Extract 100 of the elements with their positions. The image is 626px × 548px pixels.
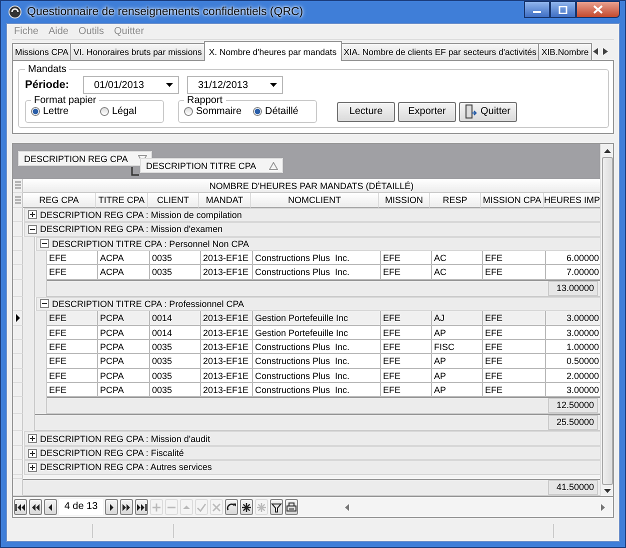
radio-option[interactable]: Sommaire bbox=[184, 106, 242, 117]
maximize-button[interactable] bbox=[550, 1, 576, 18]
scroll-right-icon[interactable] bbox=[601, 504, 605, 510]
radio-button[interactable] bbox=[184, 107, 193, 116]
column-header[interactable]: MISSION bbox=[379, 193, 430, 208]
close-button[interactable] bbox=[576, 1, 620, 18]
current-row-indicator[interactable] bbox=[13, 311, 23, 326]
navigator-button[interactable] bbox=[29, 499, 42, 515]
group-label: DESCRIPTION REG CPA : Mission d'examen bbox=[40, 224, 223, 234]
table-cell: FISC bbox=[432, 340, 483, 354]
expand-icon[interactable] bbox=[28, 210, 37, 220]
expand-icon[interactable] bbox=[28, 434, 37, 444]
table-cell: EFE bbox=[47, 326, 98, 340]
date-field[interactable]: 01/01/2013 bbox=[83, 76, 179, 94]
table-cell: ACPA bbox=[98, 250, 150, 266]
tab[interactable]: X. Nombre d'heures par mandats bbox=[204, 41, 342, 61]
table-cell: 0.50000 bbox=[546, 354, 603, 369]
table-cell: PCPA bbox=[98, 354, 150, 369]
navigator-button[interactable] bbox=[225, 499, 238, 515]
column-header[interactable]: HEURES IMP bbox=[544, 193, 601, 208]
scroll-left-icon[interactable] bbox=[345, 504, 349, 510]
table-cell: AP bbox=[432, 368, 483, 384]
navigator-button[interactable] bbox=[120, 499, 133, 515]
vertical-scrollbar[interactable] bbox=[600, 144, 613, 496]
table-cell: EFE bbox=[483, 354, 546, 369]
group-row[interactable]: DESCRIPTION REG CPA : Autres services bbox=[24, 460, 600, 475]
dropdown-icon bbox=[166, 83, 173, 87]
column-header[interactable]: TITRE CPA bbox=[96, 193, 148, 208]
expand-icon[interactable] bbox=[28, 462, 37, 472]
group-row[interactable]: DESCRIPTION REG CPA : Mission d'audit bbox=[24, 431, 600, 446]
table-cell: 0014 bbox=[150, 326, 201, 340]
collapse-icon[interactable] bbox=[28, 224, 37, 234]
quit-button[interactable]: Quitter bbox=[459, 102, 517, 122]
collapse-icon[interactable] bbox=[40, 299, 49, 308]
table-cell: 2013-EF1E bbox=[201, 354, 253, 369]
band-header: NOMBRE D'HEURES PAR MANDATS (DÉTAILLÉ) bbox=[23, 179, 600, 194]
radio-button[interactable] bbox=[100, 107, 109, 116]
navigator-button[interactable] bbox=[135, 499, 148, 515]
group-indent bbox=[35, 250, 47, 266]
collapse-icon[interactable] bbox=[40, 239, 49, 248]
table-cell: Constructions Plus Inc. bbox=[253, 368, 381, 384]
table-cell: 0035 bbox=[150, 383, 201, 398]
tab[interactable]: VI. Honoraires bruts par missions bbox=[70, 43, 205, 60]
table-cell: EFE bbox=[381, 368, 432, 384]
checkmark-icon bbox=[196, 502, 207, 512]
date-field[interactable]: 31/12/2013 bbox=[187, 76, 283, 94]
table-cell: ACPA bbox=[98, 265, 150, 280]
radio-button[interactable] bbox=[31, 107, 40, 116]
action-button[interactable]: Lecture bbox=[337, 102, 395, 122]
navigator-button[interactable] bbox=[105, 499, 118, 515]
table-cell: EFE bbox=[381, 383, 432, 398]
group-row[interactable]: DESCRIPTION REG CPA : Mission de compilation bbox=[24, 208, 600, 222]
double-right-icon bbox=[121, 502, 132, 512]
group-title: Mandats bbox=[27, 64, 68, 75]
group-row[interactable]: DESCRIPTION REG CPA : Fiscalité bbox=[24, 446, 600, 460]
table-cell: EFE bbox=[381, 340, 432, 354]
radio-option[interactable]: Légal bbox=[100, 106, 158, 117]
column-header[interactable]: MANDAT bbox=[199, 193, 251, 208]
asterisk-icon bbox=[256, 502, 267, 512]
table-cell: 2013-EF1E bbox=[201, 265, 253, 280]
record-position: 4 de 13 bbox=[59, 499, 103, 515]
navigator-button[interactable] bbox=[14, 499, 27, 515]
table-cell: EFE bbox=[483, 368, 546, 384]
table-cell: 2013-EF1E bbox=[201, 340, 253, 354]
radio-option[interactable]: Détaillé bbox=[253, 106, 311, 117]
table-cell: EFE bbox=[483, 250, 546, 266]
tab[interactable]: XIA. Nombre de clients EF par secteurs d'activités bbox=[340, 43, 540, 60]
action-button[interactable]: Exporter bbox=[398, 102, 456, 122]
group-row[interactable]: DESCRIPTION REG CPA : Mission d'examen bbox=[24, 222, 600, 237]
group-by-chip[interactable]: DESCRIPTION TITRE CPA bbox=[140, 158, 284, 173]
navigator-button[interactable] bbox=[285, 499, 298, 515]
radio-option[interactable]: Lettre bbox=[31, 106, 89, 117]
column-header[interactable]: NOMCLIENT bbox=[251, 193, 379, 208]
table-cell: Constructions Plus Inc. bbox=[253, 340, 381, 354]
group-title: Rapport bbox=[186, 95, 224, 106]
table-cell: 0035 bbox=[150, 250, 201, 266]
scroll-down-icon[interactable] bbox=[604, 489, 610, 493]
column-header[interactable]: RESP bbox=[430, 193, 481, 208]
column-chooser-icon[interactable] bbox=[14, 181, 20, 190]
subtotal-cell: 12.50000 bbox=[548, 398, 598, 414]
column-header[interactable]: REG CPA bbox=[23, 193, 96, 208]
tab[interactable]: XIB.Nombre bbox=[538, 43, 592, 60]
navigator-button[interactable] bbox=[270, 499, 283, 515]
group-row[interactable]: DESCRIPTION TITRE CPA : Personnel Non CPA bbox=[36, 236, 600, 251]
group-row[interactable]: DESCRIPTION TITRE CPA : Professionnel CPA bbox=[36, 296, 600, 312]
table-cell: 2013-EF1E bbox=[201, 311, 253, 326]
navigator-button[interactable] bbox=[44, 499, 57, 515]
printer-icon bbox=[286, 502, 297, 512]
table-cell: EFE bbox=[483, 265, 546, 280]
column-header[interactable]: CLIENT bbox=[148, 193, 199, 208]
radio-button[interactable] bbox=[253, 107, 262, 116]
expand-icon[interactable] bbox=[28, 448, 37, 458]
minimize-button[interactable] bbox=[524, 1, 550, 18]
column-header[interactable]: MISSION CPA bbox=[481, 193, 544, 208]
subtotal-cell: 13.00000 bbox=[548, 280, 598, 296]
table-cell: EFE bbox=[483, 383, 546, 398]
navigator-button[interactable] bbox=[240, 499, 253, 515]
scroll-up-icon[interactable] bbox=[604, 149, 610, 153]
column-chooser-icon[interactable] bbox=[14, 196, 20, 205]
tab[interactable]: Missions CPA bbox=[12, 43, 72, 60]
